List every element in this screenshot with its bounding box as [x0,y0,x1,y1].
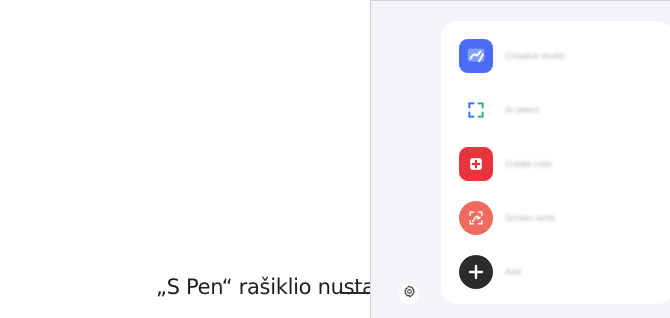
item-label: Create note [505,159,553,169]
gear-icon [403,285,416,303]
screen-write-icon [459,201,493,235]
create-note-icon [459,147,493,181]
air-command-item-create-note[interactable]: Create note [459,147,659,181]
item-label: AI select [505,105,540,115]
item-label: Creative studio [505,51,566,61]
air-command-item-creative-studio[interactable]: Creative studio [459,39,659,73]
air-command-item-ai-select[interactable]: AI select [459,93,659,127]
phone-screen: Creative studio AI select Create note Sc… [370,0,670,318]
creative-studio-icon [459,39,493,73]
item-label: Screen write [505,213,556,223]
air-command-item-add[interactable]: Add [459,255,659,289]
air-command-panel: Creative studio AI select Create note Sc… [441,21,670,304]
ai-select-icon [459,93,493,127]
add-icon [459,255,493,289]
spen-settings-button[interactable] [399,284,419,304]
item-label: Add [505,267,522,277]
air-command-item-screen-write[interactable]: Screen write [459,201,659,235]
